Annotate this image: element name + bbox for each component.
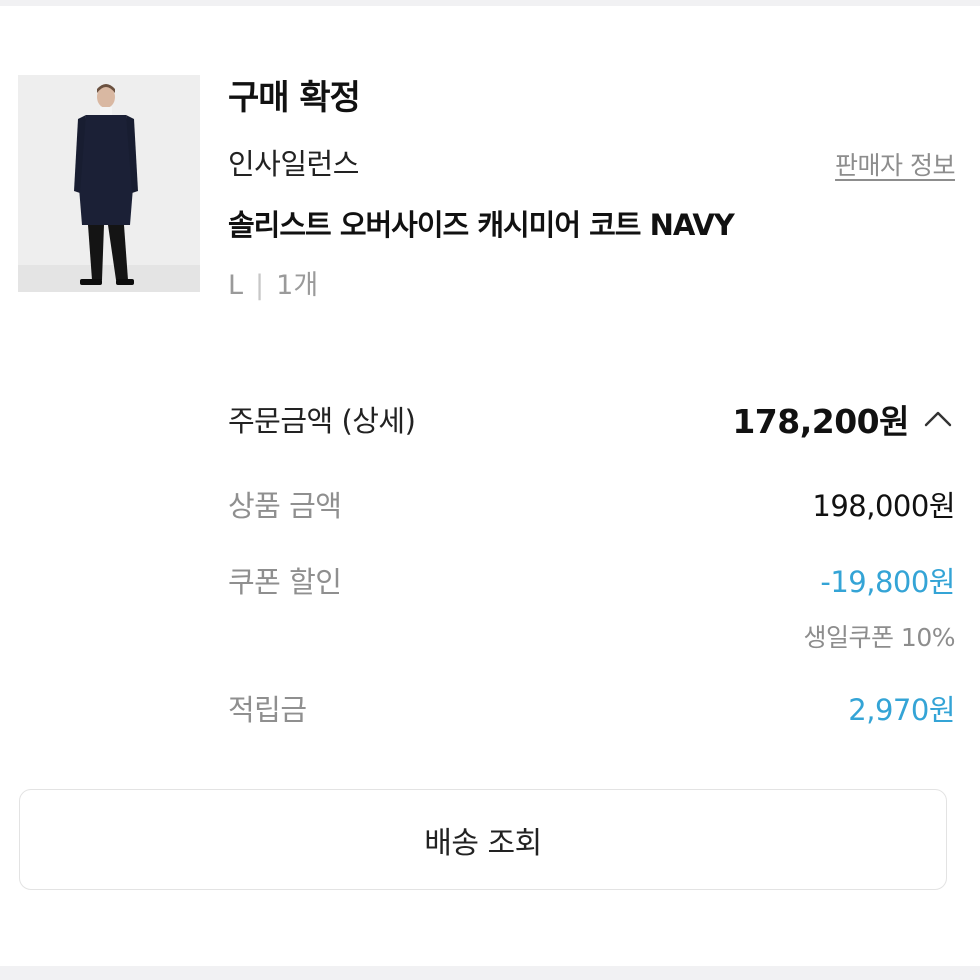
option-quantity: 1개 bbox=[276, 270, 319, 301]
item-amount-label: 상품 금액 bbox=[228, 489, 342, 523]
reward-points-value: 2,970원 bbox=[848, 693, 955, 727]
coupon-note: 생일쿠폰 10% bbox=[803, 623, 955, 652]
coupon-discount-value: -19,800원 bbox=[820, 565, 955, 599]
product-name[interactable]: 솔리스트 오버사이즈 캐시미어 코트 NAVY bbox=[228, 202, 735, 244]
coupon-discount-row: 쿠폰 할인 -19,800원 bbox=[228, 556, 955, 604]
track-delivery-button[interactable]: 배송 조회 bbox=[19, 789, 947, 890]
bottom-divider bbox=[0, 966, 980, 980]
product-photo-illustration bbox=[18, 75, 200, 292]
seller-info-link[interactable]: 판매자 정보 bbox=[835, 146, 955, 182]
chevron-up-icon[interactable] bbox=[921, 402, 955, 436]
order-status-title: 구매 확정 bbox=[228, 78, 361, 118]
option-separator: | bbox=[255, 270, 265, 301]
item-amount-value: 198,000원 bbox=[812, 489, 955, 523]
order-total-row[interactable]: 주문금액 (상세) 178,200원 bbox=[228, 394, 955, 444]
reward-points-label: 적립금 bbox=[228, 693, 307, 727]
item-amount-row: 상품 금액 198,000원 bbox=[228, 480, 955, 528]
order-total-value: 178,200원 bbox=[732, 402, 909, 441]
order-total-toggle[interactable]: 178,200원 bbox=[732, 395, 955, 443]
top-divider bbox=[0, 0, 980, 6]
coupon-discount-label: 쿠폰 할인 bbox=[228, 565, 342, 599]
reward-points-row: 적립금 2,970원 bbox=[228, 684, 955, 732]
order-total-label: 주문금액 (상세) bbox=[228, 404, 416, 438]
seller-name[interactable]: 인사일런스 bbox=[228, 141, 359, 183]
product-thumbnail[interactable] bbox=[18, 75, 200, 292]
option-size: L bbox=[228, 270, 244, 301]
product-option: L | 1개 bbox=[228, 263, 318, 302]
